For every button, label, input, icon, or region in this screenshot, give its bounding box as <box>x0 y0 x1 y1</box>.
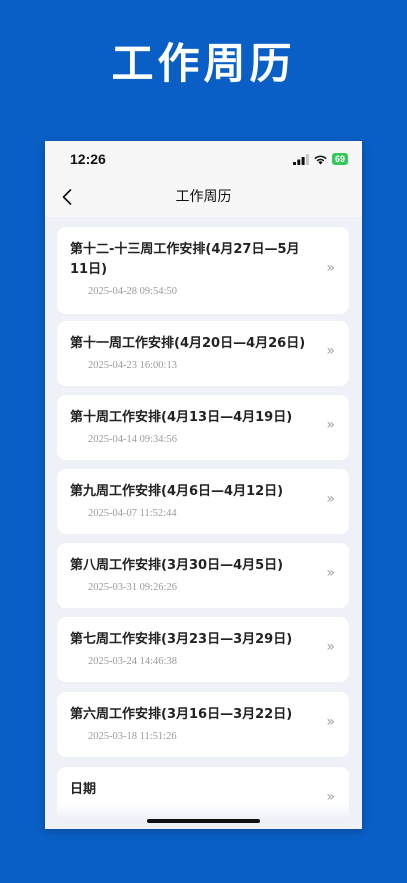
item-date: 2025-04-14 09:34:56 <box>88 434 177 445</box>
item-date: 2025-04-23 16:00:13 <box>88 360 177 371</box>
list-item[interactable]: 第九周工作安排(4月6日—4月12日) 2025-04-07 11:52:44 … <box>57 469 349 534</box>
double-chevron-right-icon: » <box>326 565 335 581</box>
home-indicator[interactable] <box>147 819 260 823</box>
item-date: 2025-04-07 11:52:44 <box>88 508 177 519</box>
item-title: 第十一周工作安排(4月20日—4月26日) <box>70 336 306 351</box>
phone-screen: 12:26 69 工作周历 第十二-十三周工作安排(4月27日—5月11日) 2… <box>45 141 362 829</box>
item-title: 第八周工作安排(3月30日—4月5日) <box>70 558 284 573</box>
list-item[interactable]: 第八周工作安排(3月30日—4月5日) 2025-03-31 09:26:26 … <box>57 543 349 608</box>
wifi-icon <box>314 155 327 164</box>
double-chevron-right-icon: » <box>326 343 335 359</box>
nav-bar: 工作周历 <box>45 177 362 217</box>
page-title: 工作周历 <box>175 189 232 205</box>
double-chevron-right-icon: » <box>326 417 335 433</box>
item-title: 第十周工作安排(4月13日—4月19日) <box>70 410 293 425</box>
battery-icon: 69 <box>331 153 348 165</box>
double-chevron-right-icon: » <box>326 714 335 730</box>
status-icons: 69 <box>292 152 348 166</box>
list-item[interactable]: 第七周工作安排(3月23日—3月29日) 2025-03-24 14:46:38… <box>57 617 349 682</box>
item-title: 第十二-十三周工作安排(4月27日—5月11日) <box>70 242 300 277</box>
list-item[interactable]: 第六周工作安排(3月16日—3月22日) 2025-03-18 11:51:26… <box>57 692 349 757</box>
list-item[interactable]: 第十周工作安排(4月13日—4月19日) 2025-04-14 09:34:56… <box>57 395 349 460</box>
double-chevron-right-icon: » <box>326 260 335 276</box>
list-item[interactable]: 第十一周工作安排(4月20日—4月26日) 2025-04-23 16:00:1… <box>57 321 349 386</box>
item-date: 2025-03-24 14:46:38 <box>88 656 177 667</box>
status-bar: 12:26 69 <box>45 141 362 177</box>
signal-icon <box>292 153 309 165</box>
item-title: 第六周工作安排(3月16日—3月22日) <box>70 707 293 722</box>
bottom-fade <box>45 803 362 829</box>
item-date: 2025-04-28 09:54:50 <box>88 286 177 297</box>
item-date: 2025-03-18 11:51:26 <box>88 731 177 742</box>
list-item[interactable]: 第十二-十三周工作安排(4月27日—5月11日) 2025-04-28 09:5… <box>57 227 349 314</box>
item-title: 日期 <box>70 782 97 797</box>
back-chevron-icon <box>62 189 72 205</box>
status-time: 12:26 <box>70 151 106 167</box>
double-chevron-right-icon: » <box>326 639 335 655</box>
hero-title: 工作周历 <box>111 39 296 88</box>
item-date: 2025-03-31 09:26:26 <box>88 582 177 593</box>
schedule-list[interactable]: 第十二-十三周工作安排(4月27日—5月11日) 2025-04-28 09:5… <box>45 217 362 829</box>
back-button[interactable] <box>53 183 81 211</box>
double-chevron-right-icon: » <box>326 491 335 507</box>
item-title: 第七周工作安排(3月23日—3月29日) <box>70 632 293 647</box>
item-title: 第九周工作安排(4月6日—4月12日) <box>70 484 284 499</box>
